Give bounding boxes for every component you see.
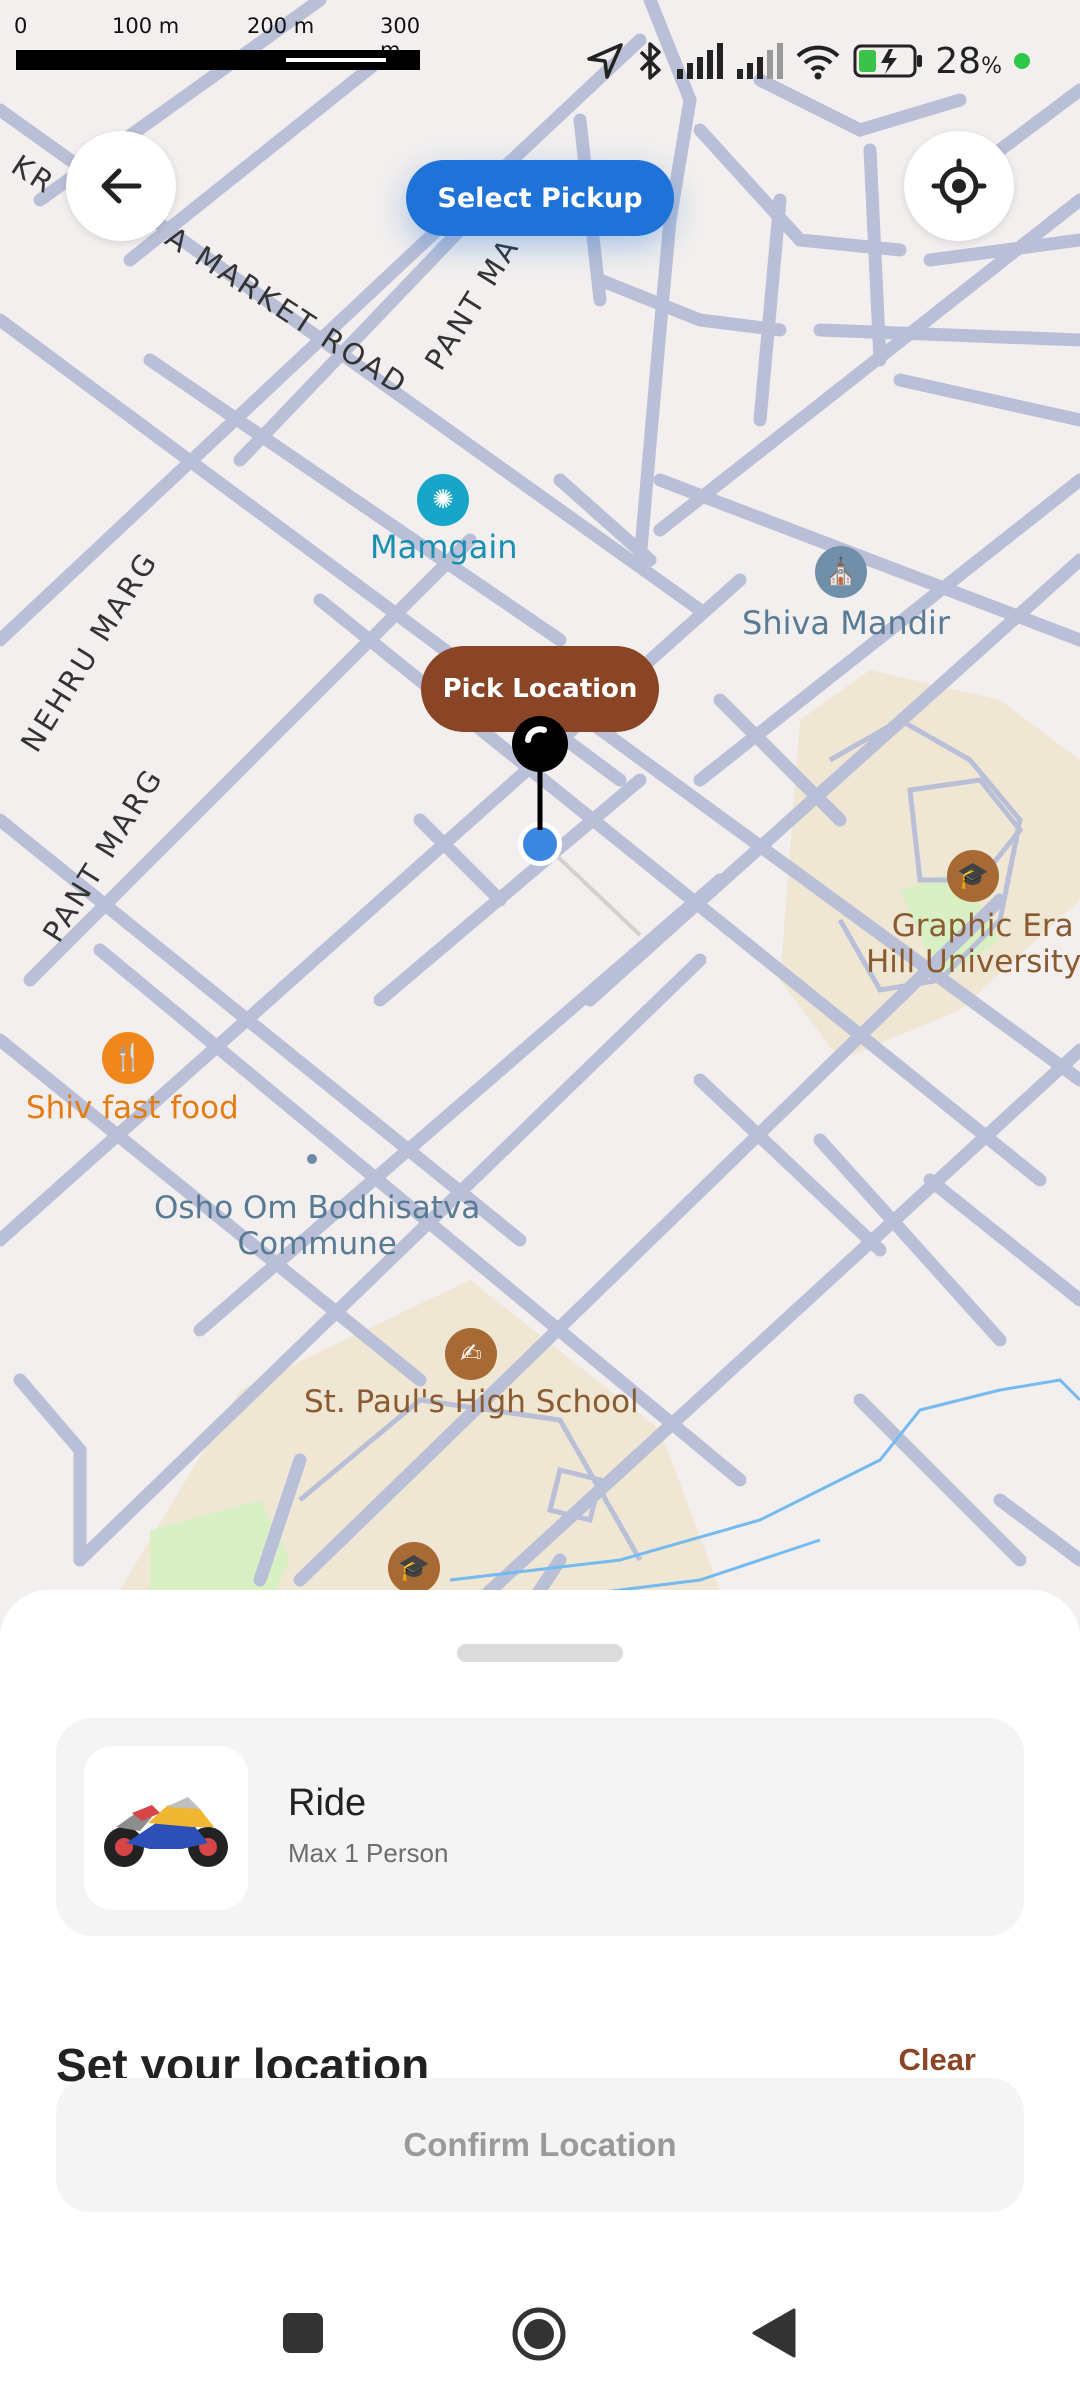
scale-label-0: 0 [14,14,28,38]
back-arrow-icon [101,168,142,204]
poi-label-st-pauls[interactable]: St. Paul's High School [304,1384,639,1420]
poi-label-osho-line1: Osho Om Bodhisatva [154,1190,481,1226]
mamgain-poi-icon[interactable]: ✺ [417,474,469,526]
signal-icon-2 [737,43,784,79]
ride-capacity: Max 1 Person [288,1838,449,1868]
battery-percent: 28% [935,40,1002,82]
my-location-button[interactable] [904,131,1014,241]
poi-label-graphic-era[interactable]: Graphic Era Hill University [866,908,1080,980]
poi-label-shiva-mandir[interactable]: Shiva Mandir [742,604,950,642]
set-location-title: Set your location [56,2039,430,2082]
select-pickup-button[interactable]: Select Pickup [406,160,674,236]
motorbike-icon [104,1797,228,1867]
system-nav-bar [0,2280,1080,2400]
scale-label-200: 200 m [247,14,315,38]
school-poi-icon[interactable]: ✍ [445,1328,497,1380]
university-poi-icon[interactable]: 🎓 [947,850,999,902]
poi-label-osho-line2: Commune [237,1226,397,1262]
scale-bar-line [16,50,420,70]
navigation-arrow-icon [587,43,624,79]
battery-charging-icon [853,44,923,78]
poi-label-graphic-era-line1: Graphic Era [891,908,1074,944]
sheet-drag-handle[interactable] [457,1644,623,1662]
ride-thumbnail [84,1746,248,1910]
poi-label-osho[interactable]: Osho Om Bodhisatva Commune [154,1190,480,1262]
my-location-icon [931,158,987,214]
status-bar: 0 100 m 200 m 300 m 28% [0,0,1080,110]
nav-back-icon[interactable] [752,2308,796,2358]
poi-label-mamgain[interactable]: Mamgain [370,528,517,566]
ride-title: Ride [288,1782,367,1824]
poi-label-graphic-era-line2: Hill University [866,944,1080,980]
temple-poi-icon[interactable]: ⛪ [815,546,867,598]
restaurant-poi-icon[interactable]: 🍴 [102,1032,154,1084]
poi-label-shiv-fast-food[interactable]: Shiv fast food [26,1090,239,1126]
back-button[interactable] [66,131,176,241]
scale-label-100: 100 m [112,14,180,38]
map-scale-bar: 0 100 m 200 m 300 m [12,12,422,72]
wifi-icon [796,45,840,80]
confirm-location-button[interactable]: Confirm Location [56,2078,1024,2212]
map-view[interactable]: KR A MARKET ROAD PANT MA NEHRU MARG PANT… [0,0,1080,1627]
signal-icon-1 [677,43,724,79]
clear-button[interactable]: Clear [898,2042,976,2078]
nav-square-icon[interactable] [282,2312,324,2354]
nav-home-icon[interactable] [511,2306,567,2362]
ride-option-card[interactable]: Ride Max 1 Person [56,1718,1024,1936]
bottom-sheet: Ride Max 1 Person Set your location Clea… [0,1590,1080,2400]
bluetooth-icon [640,42,662,80]
poi-dot [307,1154,317,1164]
status-icons: 28% [585,36,1030,86]
location-pin-icon [512,716,568,866]
university-poi-icon-2[interactable]: 🎓 [388,1542,440,1594]
privacy-indicator-dot [1014,53,1030,69]
